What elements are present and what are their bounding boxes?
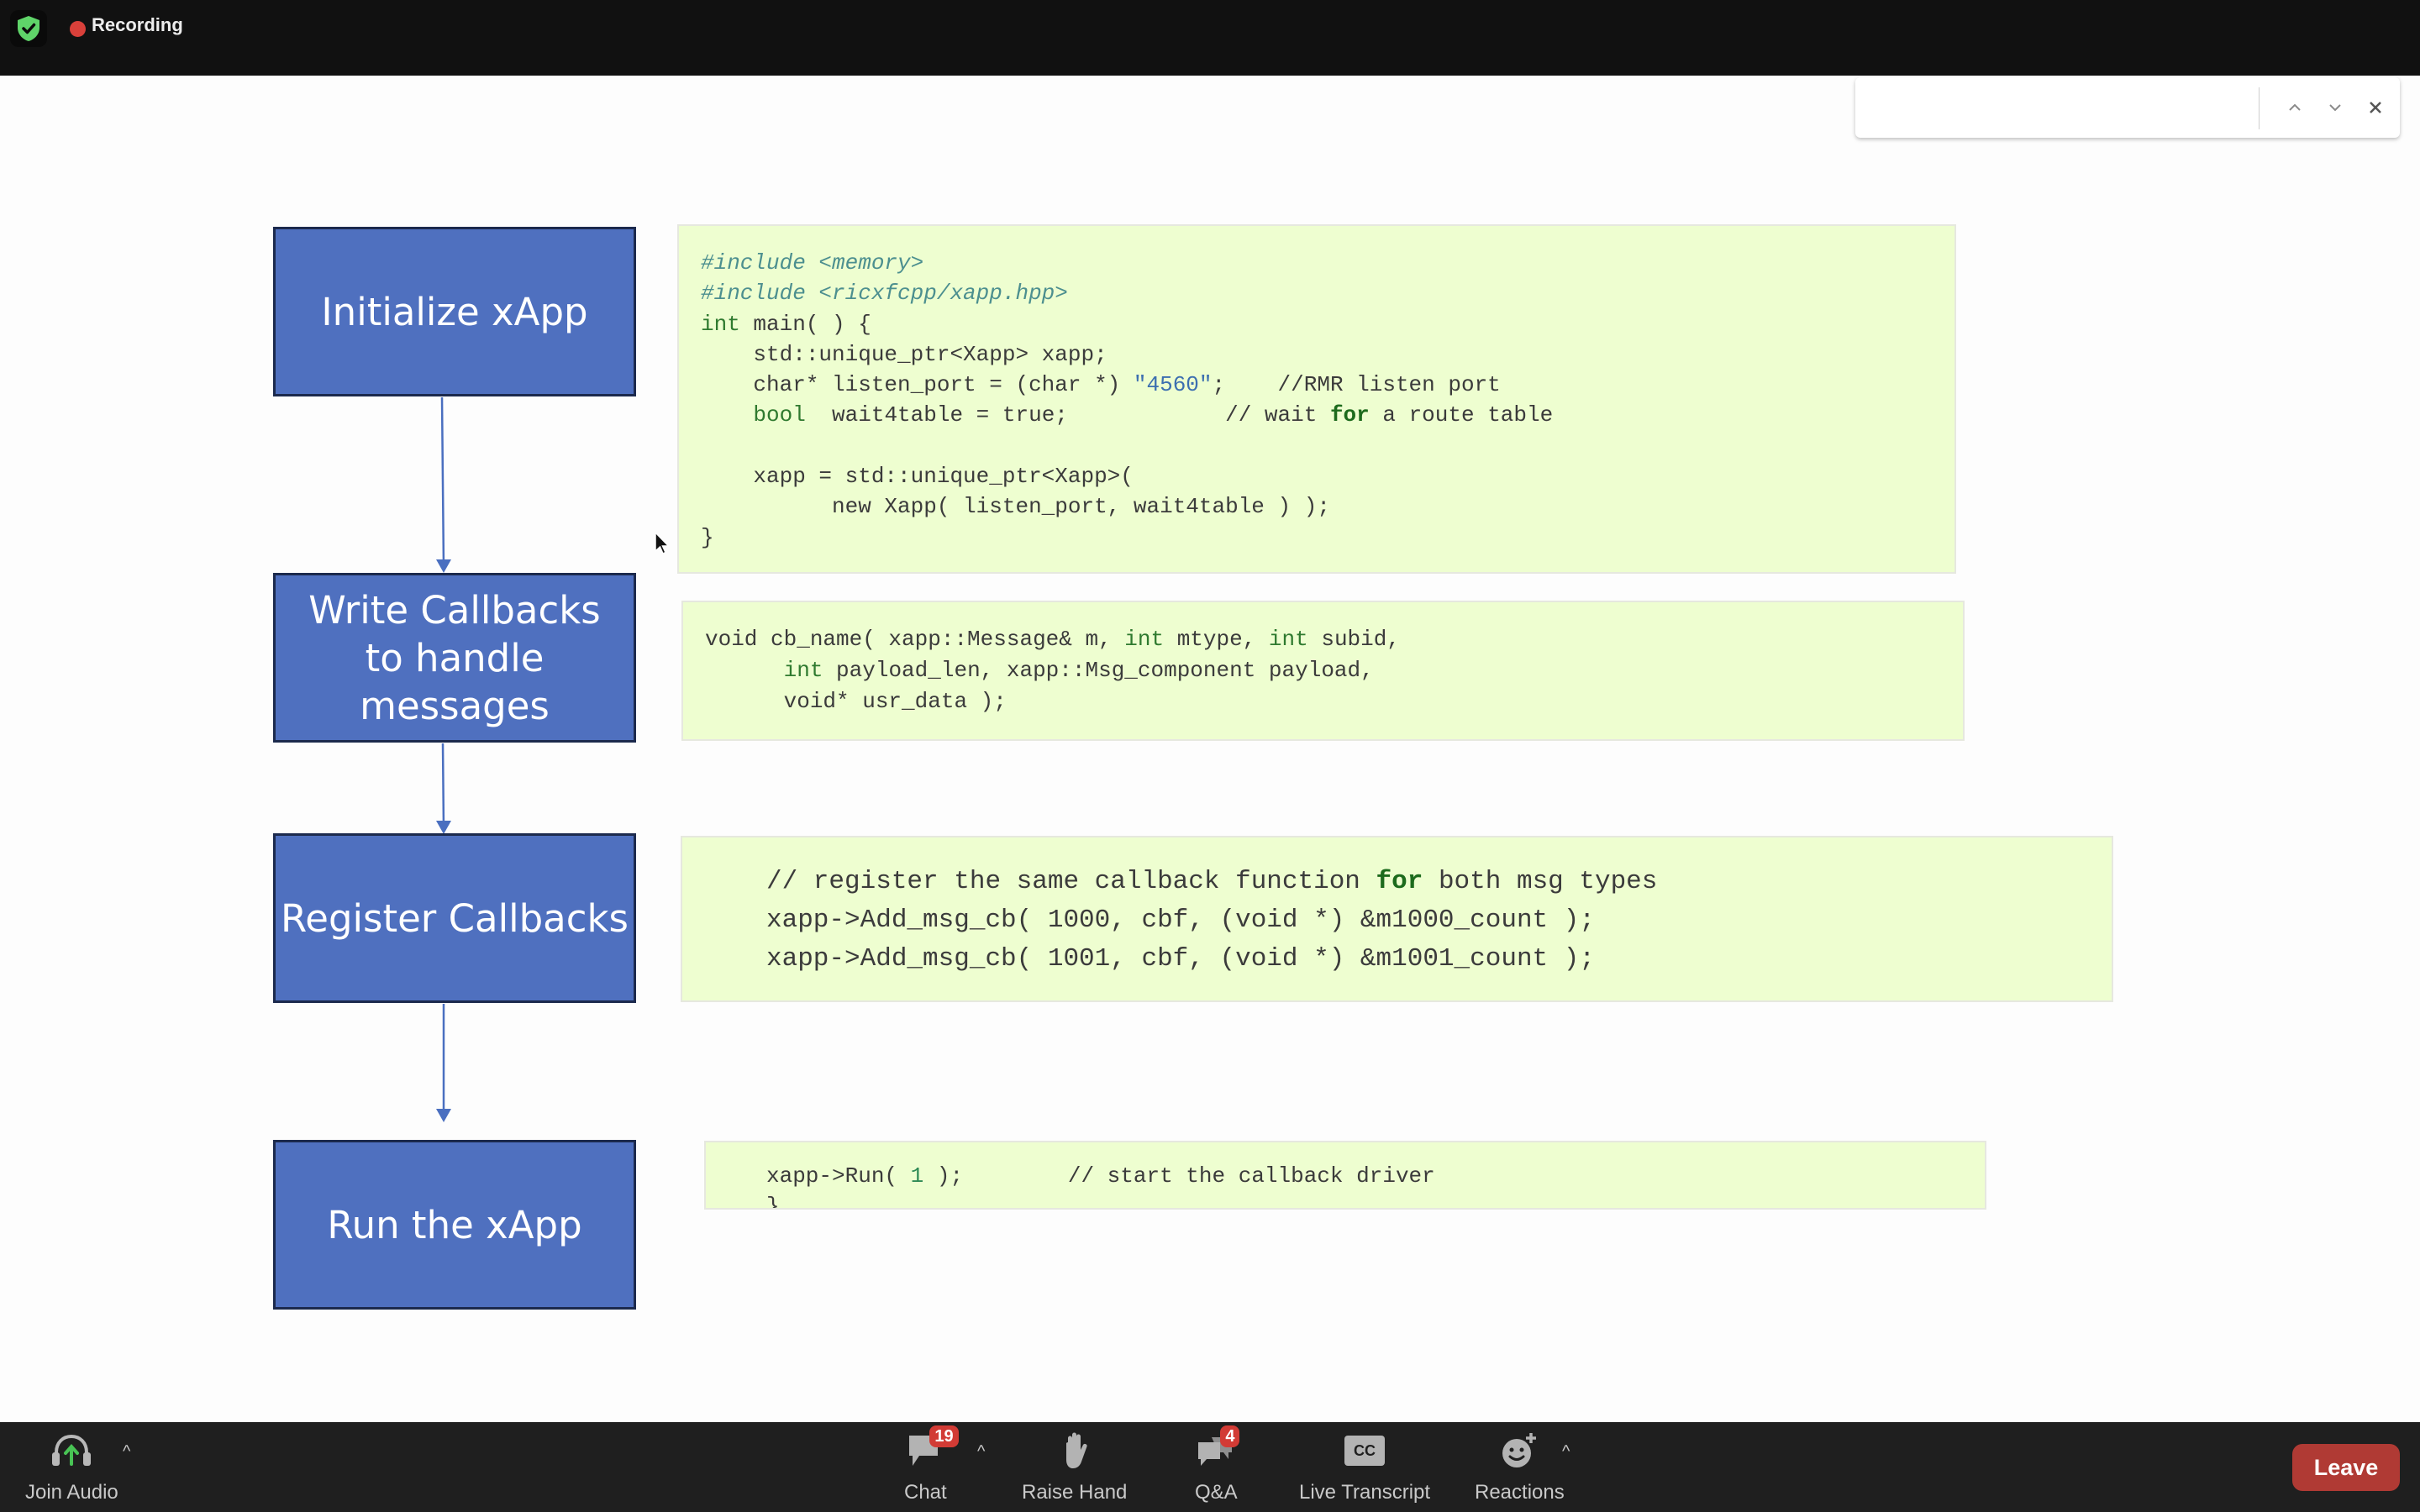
reactions-label: Reactions	[1475, 1481, 1565, 1504]
find-close-button[interactable]	[2360, 92, 2391, 123]
code-block-initialize: #include <memory> #include <ricxfcpp/xapp…	[677, 224, 1956, 574]
code-line: std::unique_ptr<Xapp> xapp;	[701, 341, 1107, 367]
live-transcript-button[interactable]: CC Live Transcript	[1299, 1431, 1430, 1504]
flow-step-label: Run the xApp	[327, 1202, 582, 1247]
chevron-down-icon	[2329, 104, 2341, 112]
recording-label: Recording	[92, 14, 183, 35]
leave-button[interactable]: Leave	[2292, 1444, 2400, 1491]
arrow-step1-to-step2	[436, 396, 451, 573]
code-block-register: // register the same callback function f…	[681, 836, 2113, 1002]
code-line: new Xapp( listen_port, wait4table ) );	[701, 494, 1330, 520]
find-bar	[1855, 77, 2400, 138]
qa-button[interactable]: 4 Q&A	[1195, 1425, 1240, 1504]
code-line: xapp->Add_msg_cb( 1000, cbf, (void *) &m…	[766, 906, 1595, 935]
code-line: xapp = std::unique_ptr<Xapp>(	[701, 464, 1134, 490]
close-icon	[2370, 102, 2381, 113]
reactions-button[interactable]: Reactions	[1475, 1431, 1565, 1504]
code-line: // register the same callback function f…	[766, 867, 1658, 896]
meeting-toolbar: Join Audio ^ 19 Chat ^ Raise Hand 4 Q&A	[0, 1422, 2420, 1512]
qa-unread-badge: 4	[1220, 1425, 1240, 1447]
hand-icon	[1065, 1432, 1087, 1468]
code-block-callback-signature: void cb_name( xapp::Message& m, int mtyp…	[681, 601, 1965, 741]
code-block-run: xapp->Run( 1 ); // start the callback dr…	[704, 1141, 1986, 1210]
find-input[interactable]	[1867, 89, 2240, 128]
smiley-plus-icon	[1502, 1433, 1537, 1467]
qa-label: Q&A	[1195, 1481, 1238, 1504]
raise-hand-button[interactable]: Raise Hand	[1022, 1431, 1127, 1504]
code-line: bool wait4table = true; // wait for a ro…	[753, 402, 1554, 428]
code-line: #include <ricxfcpp/xapp.hpp>	[701, 281, 1068, 307]
chat-options-caret[interactable]: ^	[977, 1442, 985, 1462]
code-line: int main( ) {	[701, 311, 871, 337]
find-next-button[interactable]	[2320, 92, 2350, 123]
raise-hand-label: Raise Hand	[1022, 1481, 1128, 1504]
code-line: int payload_len, xapp::Msg_component pay…	[783, 658, 1374, 683]
headphones-icon	[52, 1434, 92, 1466]
security-button[interactable]	[10, 10, 47, 47]
chat-button[interactable]: 19 Chat	[904, 1425, 959, 1504]
arrow-step3-to-step4	[436, 1004, 451, 1122]
code-line: xapp->Add_msg_cb( 1001, cbf, (void *) &m…	[766, 944, 1595, 974]
recording-dot-icon	[70, 21, 86, 37]
shield-check-icon	[18, 16, 39, 41]
cc-icon-text: CC	[1354, 1441, 1376, 1459]
code-line: xapp->Run( 1 ); // start the callback dr…	[766, 1163, 1435, 1189]
find-bar-divider	[2259, 87, 2260, 129]
reactions-options-caret[interactable]: ^	[1562, 1442, 1570, 1462]
find-previous-button[interactable]	[2280, 92, 2310, 123]
audio-options-caret[interactable]: ^	[123, 1442, 130, 1462]
flow-step-write-callbacks: Write Callbacks to handle messages	[273, 573, 636, 743]
chevron-up-icon	[2289, 103, 2301, 111]
code-line: char* listen_port = (char *) "4560"; //R…	[701, 372, 1501, 398]
meeting-top-bar: Recording	[0, 0, 2420, 76]
arrow-step2-to-step3	[436, 743, 451, 834]
code-line: }	[766, 1194, 780, 1210]
join-audio-button[interactable]: Join Audio	[25, 1431, 118, 1504]
flow-step-register-callbacks: Register Callbacks	[273, 833, 636, 1003]
code-line: void* usr_data );	[705, 689, 1007, 714]
flow-step-label: Register Callbacks	[281, 895, 629, 941]
shared-screen-slide: Initialize xApp Write Callbacks to handl…	[0, 76, 2420, 1422]
code-line: #include <memory>	[701, 250, 924, 276]
flow-step-initialize: Initialize xApp	[273, 227, 636, 396]
chat-label: Chat	[904, 1481, 947, 1504]
join-audio-label: Join Audio	[25, 1481, 118, 1504]
flow-step-run: Run the xApp	[273, 1140, 636, 1310]
mouse-pointer-icon	[655, 531, 671, 555]
chat-unread-badge: 19	[929, 1425, 959, 1447]
cc-icon: CC	[1344, 1436, 1386, 1466]
flow-step-label: Initialize xApp	[321, 289, 588, 334]
live-transcript-label: Live Transcript	[1299, 1481, 1431, 1504]
code-line: }	[701, 524, 714, 550]
flow-step-label: Write Callbacks to handle messages	[308, 587, 601, 728]
code-line: void cb_name( xapp::Message& m, int mtyp…	[705, 627, 1400, 652]
